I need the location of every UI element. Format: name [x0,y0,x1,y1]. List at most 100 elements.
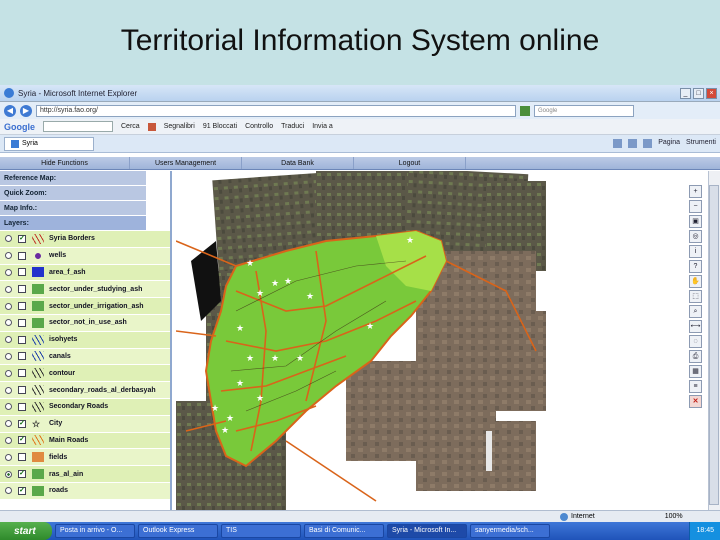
layer-row[interactable]: ✓ Syria Borders [0,231,170,248]
toolbar-item-search[interactable]: Cerca [121,123,140,130]
layer-active-radio[interactable] [5,403,12,411]
taskbar-task[interactable]: Posta in arrivo - O... [55,524,135,538]
section-reference-map[interactable]: Reference Map: [0,171,146,186]
menu-users-management[interactable]: Users Management [130,157,242,169]
measure-icon[interactable]: ⟷ [689,320,702,333]
select-icon[interactable]: ⬚ [689,290,702,303]
vertical-scrollbar[interactable] [708,171,720,526]
go-icon[interactable] [520,105,530,116]
layer-row[interactable]: sector_under_irrigation_ash [0,298,170,315]
maximize-button[interactable]: □ [693,87,704,99]
section-map-info[interactable]: Map Info.: [0,201,146,216]
toolbar-item-send[interactable]: Invia a [312,123,333,130]
layer-visibility-checkbox[interactable]: ✓ [18,419,26,428]
map-canvas[interactable]: ★ ★ ★ ★ ★ ★ ★ ★ ★ ★ ★ ★ ★ ★ ★ ★ [175,167,688,531]
taskbar-task[interactable]: Outlook Express [138,524,218,538]
url-input[interactable]: http://syria.fao.org/ [36,104,516,117]
layer-row[interactable]: secondary_roads_al_derbasyah [0,382,170,399]
layer-row[interactable]: contour [0,365,170,383]
close-window-button[interactable]: × [706,87,717,99]
page-menu[interactable]: Pagina [658,139,680,148]
layer-row[interactable]: ✓ ☆ City [0,415,170,433]
layer-visibility-checkbox[interactable] [18,453,26,462]
layer-active-radio[interactable] [5,386,12,394]
layer-active-radio[interactable] [5,436,12,444]
query-icon[interactable]: ⌕ [689,305,702,318]
layer-visibility-checkbox[interactable] [18,285,26,294]
tab-syria[interactable]: Syria [4,136,94,151]
layer-active-radio[interactable] [5,268,12,276]
layer-active-radio[interactable] [5,235,12,243]
layer-row[interactable]: sector_under_studying_ash [0,281,170,299]
pan-icon[interactable]: ✋ [689,275,702,288]
layer-visibility-checkbox[interactable]: ✓ [18,486,26,495]
layer-visibility-checkbox[interactable] [18,251,26,260]
toolbar-item-check[interactable]: Controllo [245,123,273,130]
layer-visibility-checkbox[interactable] [18,268,26,277]
minimize-button[interactable]: _ [680,87,691,99]
layer-row[interactable]: fields [0,449,170,467]
menu-data-bank[interactable]: Data Bank [242,157,354,169]
layer-visibility-checkbox[interactable] [18,335,26,344]
layer-visibility-checkbox[interactable] [18,402,26,411]
layer-row[interactable]: ✓ ras_al_ain [0,466,170,483]
layer-active-radio[interactable] [5,302,12,310]
layer-visibility-checkbox[interactable] [18,386,26,395]
layer-visibility-checkbox[interactable] [18,352,26,361]
layer-active-radio[interactable] [5,319,12,327]
search-input[interactable]: Google [534,104,634,117]
layer-row[interactable]: sector_not_in_use_ash [0,314,170,332]
star-icon[interactable] [147,122,156,131]
print-icon[interactable] [643,139,653,148]
section-quick-zoom[interactable]: Quick Zoom: [0,186,146,201]
feeds-icon[interactable] [628,139,638,148]
layer-visibility-checkbox[interactable] [18,369,26,378]
print-icon[interactable]: ⎙ [689,350,702,363]
taskbar-task[interactable]: Basi di Comunic... [304,524,384,538]
layer-row[interactable]: area_f_ash [0,264,170,282]
forward-button[interactable]: ▶ [20,104,32,117]
back-button[interactable]: ◀ [4,104,16,117]
layer-active-radio[interactable] [5,252,12,260]
layer-visibility-checkbox[interactable] [18,318,26,327]
layer-visibility-checkbox[interactable]: ✓ [18,436,26,445]
layer-row[interactable]: ✓ roads [0,482,170,500]
google-search-input[interactable] [43,121,113,132]
buffer-icon[interactable]: ◌ [689,335,702,348]
close-icon[interactable]: ✕ [689,395,702,408]
layer-row[interactable]: ✓ Main Roads [0,432,170,450]
layer-active-radio[interactable] [5,420,12,428]
layer-active-radio[interactable] [5,352,12,360]
toolbar-item-translate[interactable]: Traduci [281,123,304,130]
layer-active-radio[interactable] [5,487,12,495]
layer-row[interactable]: isohyets [0,331,170,349]
layer-active-radio[interactable] [5,285,12,293]
identify-icon[interactable]: ? [689,260,702,273]
scrollbar-thumb[interactable] [709,185,719,505]
layer-active-radio[interactable] [5,470,12,478]
zoom-out-icon[interactable]: − [689,200,702,213]
layer-active-radio[interactable] [5,336,12,344]
tools-menu[interactable]: Strumenti [686,139,716,148]
zoom-in-icon[interactable]: + [689,185,702,198]
layer-visibility-checkbox[interactable]: ✓ [18,470,26,479]
layer-row[interactable]: Secondary Roads [0,398,170,416]
layer-visibility-checkbox[interactable]: ✓ [18,234,26,243]
section-layers[interactable]: Layers: [0,216,146,231]
globe-icon[interactable]: ◎ [689,230,702,243]
taskbar-task[interactable]: Syria - Microsoft In... [387,524,467,538]
layer-row[interactable]: canals [0,348,170,366]
menu-logout[interactable]: Logout [354,157,466,169]
full-extent-icon[interactable]: ▣ [689,215,702,228]
taskbar-task[interactable]: sanyermedia/sch... [470,524,550,538]
info-icon[interactable]: i [689,245,702,258]
start-button[interactable]: start [0,522,52,540]
layer-row[interactable]: wells [0,247,170,265]
layer-active-radio[interactable] [5,369,12,377]
legend-icon[interactable]: ≡ [689,380,702,393]
toolbar-item-bookmarks[interactable]: Segnalibri [164,123,195,130]
taskbar-task[interactable]: TIS [221,524,301,538]
zoom-level[interactable]: 100% [665,513,683,520]
layer-active-radio[interactable] [5,453,12,461]
menu-hide-functions[interactable]: Hide Functions [0,157,130,169]
